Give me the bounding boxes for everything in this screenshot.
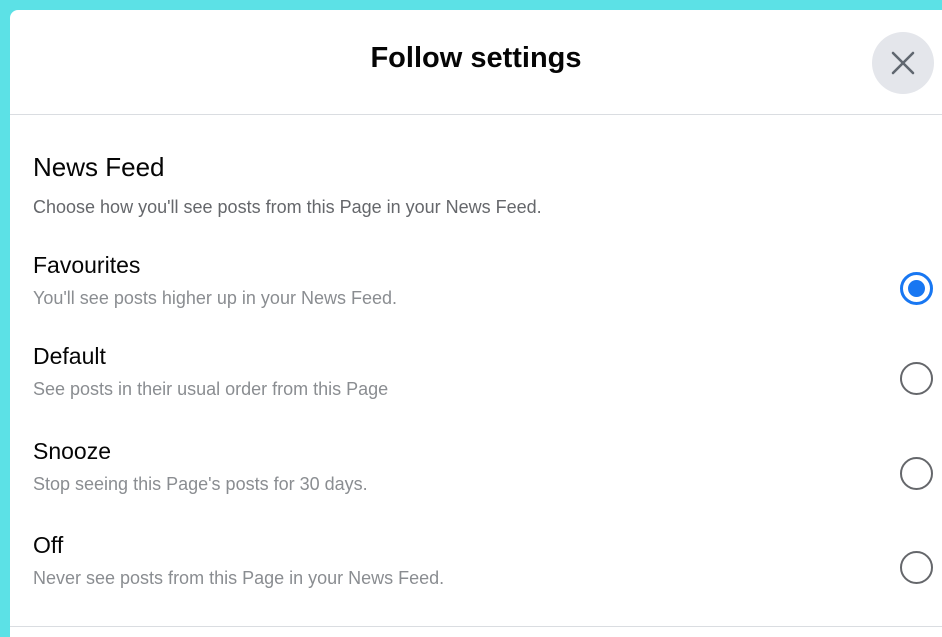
radio-default[interactable] — [900, 362, 933, 395]
section-title: News Feed — [33, 152, 165, 182]
option-favourites[interactable]: Favourites You'll see posts higher up in… — [10, 252, 942, 332]
dialog-title: Follow settings — [370, 42, 582, 74]
option-label: Default — [33, 343, 106, 369]
option-label: Favourites — [33, 252, 141, 278]
dialog-header: Follow settings — [10, 10, 942, 115]
option-off[interactable]: Off Never see posts from this Page in yo… — [10, 532, 942, 612]
bottom-divider — [10, 626, 942, 627]
close-icon — [891, 51, 915, 75]
option-snooze[interactable]: Snooze Stop seeing this Page's posts for… — [10, 438, 942, 518]
option-label: Off — [33, 532, 64, 558]
option-default[interactable]: Default See posts in their usual order f… — [10, 343, 942, 423]
follow-settings-dialog: Follow settings News Feed Choose how you… — [10, 10, 942, 637]
radio-snooze[interactable] — [900, 457, 933, 490]
radio-favourites[interactable] — [900, 272, 933, 305]
option-description: Stop seeing this Page's posts for 30 day… — [33, 474, 368, 494]
option-description: You'll see posts higher up in your News … — [33, 288, 397, 308]
close-button[interactable] — [872, 32, 934, 94]
radio-off[interactable] — [900, 551, 933, 584]
option-description: Never see posts from this Page in your N… — [33, 568, 445, 588]
option-description: See posts in their usual order from this… — [33, 379, 389, 399]
option-label: Snooze — [33, 438, 112, 464]
section-description: Choose how you'll see posts from this Pa… — [33, 197, 542, 217]
